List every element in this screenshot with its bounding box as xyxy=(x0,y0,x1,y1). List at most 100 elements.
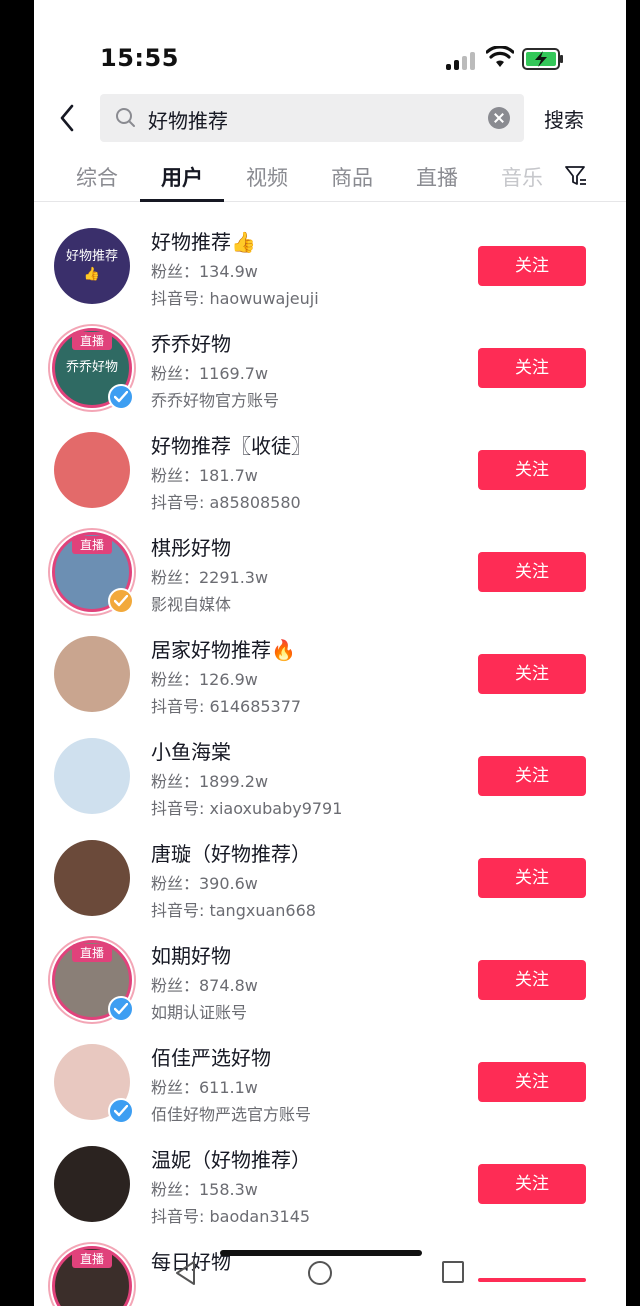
verified-badge-icon xyxy=(108,384,134,410)
search-button[interactable]: 搜索 xyxy=(544,104,584,133)
user-list-item[interactable]: 佰佳严选好物粉丝：611.1w 佰佳好物严选官方账号 关注 xyxy=(34,1028,626,1130)
follow-button[interactable]: 关注 xyxy=(478,1164,586,1204)
avatar-container[interactable]: 直播 xyxy=(48,936,136,1024)
avatar[interactable] xyxy=(54,432,130,508)
avatar-container[interactable] xyxy=(52,634,132,714)
wifi-icon xyxy=(486,46,514,67)
nav-back-icon[interactable] xyxy=(174,1260,198,1286)
avatar-text: 好物推荐👍 xyxy=(65,248,118,282)
battery-charging-icon xyxy=(522,48,563,70)
user-name[interactable]: 居家好物推荐🔥 xyxy=(151,634,296,663)
verified-badge-icon xyxy=(108,1098,134,1124)
user-list-item[interactable]: 温妮（好物推荐） 粉丝：158.3w 抖音号: baodan3145 关注 xyxy=(34,1130,626,1232)
user-name[interactable]: 小鱼海棠 xyxy=(151,736,231,765)
result-tabs: 综合 用户 视频 商品 直播 音乐 xyxy=(34,150,626,202)
follow-button[interactable]: 关注 xyxy=(478,450,586,490)
user-subtitle: 抖音号: baodan3145 xyxy=(151,1207,311,1226)
search-query: 好物推荐 xyxy=(148,109,228,133)
user-subtitle: 抖音号: haowuwajeuji xyxy=(151,289,319,308)
follow-button[interactable]: 关注 xyxy=(478,756,586,796)
follower-count: 粉丝：1899.2w xyxy=(151,772,269,791)
follower-count: 粉丝：2291.3w xyxy=(151,568,269,587)
system-nav-bar xyxy=(34,1242,626,1306)
follower-count: 粉丝：126.9w xyxy=(151,670,258,689)
status-time: 15:55 xyxy=(100,44,179,72)
follow-button[interactable]: 关注 xyxy=(478,246,586,286)
phone-frame: 15:55 好物推荐 搜索 综合 用户 视频 商品 直播 音乐 好物推荐👍 好物… xyxy=(0,0,640,1306)
avatar-container[interactable] xyxy=(52,1042,134,1124)
avatar-container[interactable] xyxy=(52,838,132,918)
search-icon xyxy=(116,108,135,127)
avatar-container[interactable] xyxy=(52,736,132,816)
back-arrow-icon[interactable] xyxy=(56,102,80,134)
user-name[interactable]: 唐璇（好物推荐） xyxy=(151,838,311,867)
home-indicator[interactable] xyxy=(220,1250,422,1256)
user-subtitle: 影视自媒体 xyxy=(151,595,232,614)
user-subtitle: 乔乔好物官方账号 xyxy=(151,391,280,410)
user-name[interactable]: 温妮（好物推荐） xyxy=(151,1144,311,1173)
user-subtitle: 如期认证账号 xyxy=(151,1003,248,1022)
user-list-item[interactable]: 好物推荐👍 好物推荐👍 粉丝：134.9w 抖音号: haowuwajeuji 关注 xyxy=(34,212,626,314)
avatar-container[interactable] xyxy=(52,430,132,510)
signal-icon xyxy=(446,50,478,70)
follow-button[interactable]: 关注 xyxy=(478,654,586,694)
user-list-item[interactable]: 小鱼海棠粉丝：1899.2w 抖音号: xiaoxubaby9791 关注 xyxy=(34,722,626,824)
follower-count: 粉丝：1169.7w xyxy=(151,364,269,383)
user-subtitle: 佰佳好物严选官方账号 xyxy=(151,1105,312,1124)
screen: 15:55 好物推荐 搜索 综合 用户 视频 商品 直播 音乐 好物推荐👍 好物… xyxy=(34,0,626,1306)
user-name[interactable]: 如期好物 xyxy=(151,940,231,969)
user-list-item[interactable]: 直播 如期好物粉丝：874.8w 如期认证账号 关注 xyxy=(34,926,626,1028)
tab-products[interactable]: 商品 xyxy=(331,162,373,192)
user-list-item[interactable]: 唐璇（好物推荐） 粉丝：390.6w 抖音号: tangxuan668 关注 xyxy=(34,824,626,926)
avatar-container[interactable] xyxy=(52,1144,132,1224)
user-list-item[interactable]: 乔乔好物 直播 乔乔好物粉丝：1169.7w 乔乔好物官方账号 关注 xyxy=(34,314,626,416)
verified-badge-icon xyxy=(108,588,134,614)
follower-count: 粉丝：134.9w xyxy=(151,262,258,281)
follow-button[interactable]: 关注 xyxy=(478,348,586,388)
user-name[interactable]: 棋彤好物 xyxy=(151,532,231,561)
follower-count: 粉丝：181.7w xyxy=(151,466,258,485)
clear-icon[interactable] xyxy=(488,107,510,129)
live-badge: 直播 xyxy=(72,944,112,962)
avatar-container[interactable]: 好物推荐👍 xyxy=(52,226,132,306)
avatar-container[interactable]: 乔乔好物 直播 xyxy=(48,324,136,412)
avatar[interactable]: 好物推荐👍 xyxy=(54,228,130,304)
avatar[interactable] xyxy=(54,738,130,814)
search-row: 好物推荐 搜索 xyxy=(34,92,626,144)
tab-live[interactable]: 直播 xyxy=(416,162,458,192)
user-list-item[interactable]: 直播 棋彤好物粉丝：2291.3w 影视自媒体 关注 xyxy=(34,518,626,620)
follow-button[interactable]: 关注 xyxy=(478,1062,586,1102)
user-list-item[interactable]: 居家好物推荐🔥 粉丝：126.9w 抖音号: 614685377 关注 xyxy=(34,620,626,722)
user-subtitle: 抖音号: xiaoxubaby9791 xyxy=(151,799,343,818)
user-subtitle: 抖音号: 614685377 xyxy=(151,697,302,716)
tab-videos[interactable]: 视频 xyxy=(246,162,288,192)
verified-badge-icon xyxy=(108,996,134,1022)
follower-count: 粉丝：611.1w xyxy=(151,1078,258,1097)
follower-count: 粉丝：158.3w xyxy=(151,1180,258,1199)
nav-home-icon[interactable] xyxy=(308,1261,332,1285)
nav-recent-icon[interactable] xyxy=(442,1261,464,1283)
follow-button[interactable]: 关注 xyxy=(478,960,586,1000)
follower-count: 粉丝：874.8w xyxy=(151,976,258,995)
follow-button[interactable]: 关注 xyxy=(478,552,586,592)
status-bar: 15:55 xyxy=(34,38,626,82)
avatar[interactable] xyxy=(54,1146,130,1222)
avatar[interactable] xyxy=(54,840,130,916)
tab-music[interactable]: 音乐 xyxy=(501,162,543,192)
tab-all[interactable]: 综合 xyxy=(76,162,118,192)
user-subtitle: 抖音号: tangxuan668 xyxy=(151,901,316,920)
avatar[interactable] xyxy=(54,636,130,712)
user-name[interactable]: 乔乔好物 xyxy=(151,328,231,357)
user-name[interactable]: 佰佳严选好物 xyxy=(151,1042,271,1071)
avatar-container[interactable]: 直播 xyxy=(48,528,136,616)
active-tab-indicator xyxy=(140,199,224,202)
live-badge: 直播 xyxy=(72,332,112,350)
user-list-item[interactable]: 好物推荐〖收徒〗粉丝：181.7w 抖音号: a85808580 关注 xyxy=(34,416,626,518)
user-name[interactable]: 好物推荐〖收徒〗 xyxy=(151,430,311,459)
filter-icon[interactable] xyxy=(564,164,588,188)
search-input[interactable]: 好物推荐 xyxy=(100,94,524,142)
follow-button[interactable]: 关注 xyxy=(478,858,586,898)
tab-users[interactable]: 用户 xyxy=(161,162,203,192)
user-subtitle: 抖音号: a85808580 xyxy=(151,493,301,512)
user-name[interactable]: 好物推荐👍 xyxy=(151,226,256,255)
